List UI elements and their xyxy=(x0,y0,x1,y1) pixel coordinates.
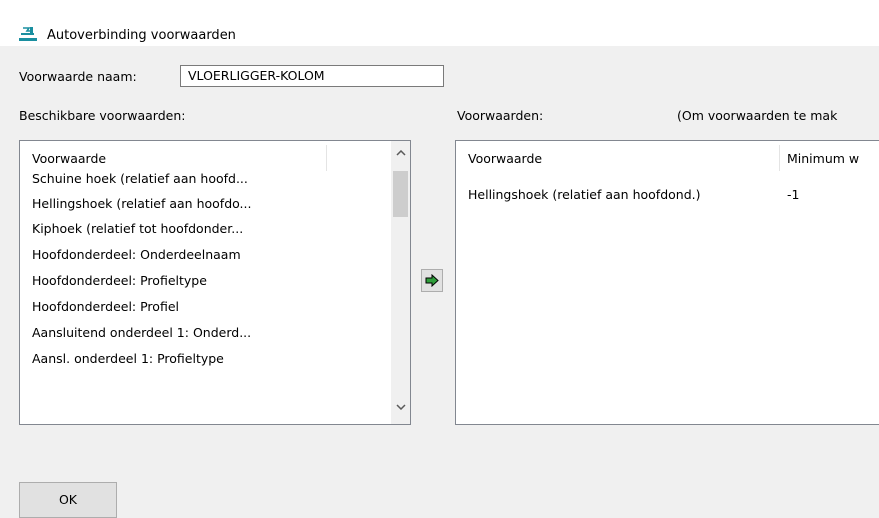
conditions-label: Voorwaarden: xyxy=(457,108,544,123)
column-separator xyxy=(779,145,780,171)
chevron-down-icon[interactable] xyxy=(391,399,410,417)
table-row[interactable]: Hellingshoek (relatief aan hoofdond.) xyxy=(468,187,700,211)
conditions-hint: (Om voorwaarden te mak xyxy=(677,108,838,123)
name-field-label: Voorwaarde naam: xyxy=(19,69,137,84)
chevron-up-icon[interactable] xyxy=(391,145,410,163)
app-icon xyxy=(19,27,37,41)
column-header-minimum[interactable]: Minimum w xyxy=(787,151,859,166)
column-header-condition[interactable]: Voorwaarde xyxy=(32,151,106,166)
list-item[interactable]: Aansluitend onderdeel 1: Onderd... xyxy=(32,325,251,349)
conditions-column-header[interactable]: Voorwaarde Minimum w xyxy=(456,141,879,177)
list-item[interactable]: Hoofdonderdeel: Onderdeelnaam xyxy=(32,247,241,271)
conditions-table[interactable]: Voorwaarde Minimum w Hellingshoek (relat… xyxy=(455,140,879,425)
add-condition-button[interactable] xyxy=(421,269,443,292)
cell-condition: Hellingshoek (relatief aan hoofdond.) xyxy=(468,187,701,202)
scrollbar-thumb[interactable] xyxy=(393,171,408,217)
condition-name-input[interactable]: VLOERLIGGER-KOLOM xyxy=(180,65,444,87)
list-item[interactable]: Schuine hoek (relatief aan hoofd... xyxy=(32,171,248,195)
list-item[interactable]: Kiphoek (relatief tot hoofdonder... xyxy=(32,221,243,245)
window-title: Autoverbinding voorwaarden xyxy=(47,28,236,43)
list-item[interactable]: Hellingshoek (relatief aan hoofdo... xyxy=(32,196,251,220)
ok-button[interactable]: OK xyxy=(19,482,117,518)
cell-minimum: -1 xyxy=(787,187,800,202)
column-separator xyxy=(326,145,327,171)
list-item[interactable]: Hoofdonderdeel: Profieltype xyxy=(32,273,207,297)
list-item[interactable]: Aansl. onderdeel 1: Profieltype xyxy=(32,351,224,375)
available-conditions-list[interactable]: Voorwaarde Schuine hoek (relatief aan ho… xyxy=(19,140,411,425)
vertical-scrollbar[interactable] xyxy=(391,141,410,424)
list-item[interactable]: Hoofdonderdeel: Profiel xyxy=(32,299,179,323)
available-conditions-label: Beschikbare voorwaarden: xyxy=(19,108,186,123)
title-bar: Autoverbinding voorwaarden xyxy=(0,0,879,46)
arrow-right-icon xyxy=(425,273,439,290)
column-header-condition[interactable]: Voorwaarde xyxy=(468,151,542,166)
